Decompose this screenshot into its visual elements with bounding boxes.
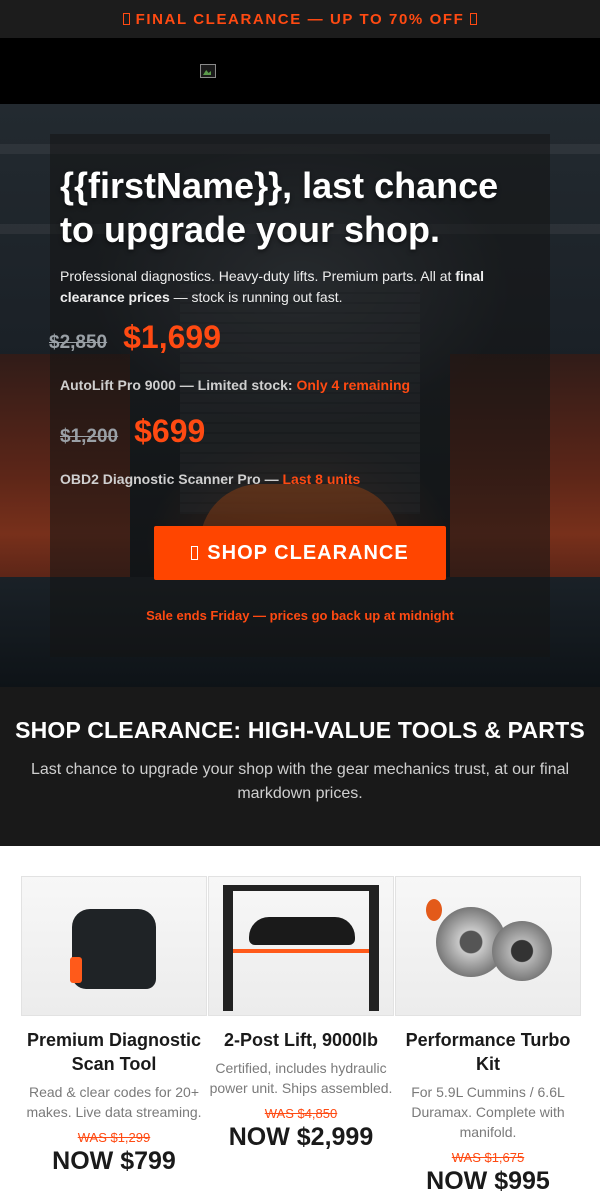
product-name[interactable]: 2-Post Lift, 9000lb: [208, 1028, 394, 1052]
deal-now-price: $1,699: [123, 319, 221, 355]
announcement-bar: FINAL CLEARANCE — UP TO 70% OFF: [0, 0, 600, 38]
product-grid: Premium Diagnostic Scan Tool Read & clea…: [0, 846, 600, 1200]
deal-was-price: $1,200: [60, 426, 119, 447]
lift-image[interactable]: [208, 876, 394, 1016]
lift-icon: [223, 885, 379, 891]
product-was-price: WAS $4,850: [264, 1106, 338, 1121]
product-name[interactable]: Premium Diagnostic Scan Tool: [21, 1028, 207, 1076]
product-now-price: NOW $2,999: [228, 1123, 374, 1151]
announcement-text: FINAL CLEARANCE — UP TO 70% OFF: [135, 10, 465, 28]
product-description: Certified, includes hydraulic power unit…: [209, 1060, 393, 1096]
product-now-price: NOW $995: [426, 1167, 550, 1195]
deal-stock-note: AutoLift Pro 9000 — Limited stock: Only …: [60, 377, 411, 393]
tag-icon: [470, 13, 478, 25]
section-subtitle: Last chance to upgrade your shop with th…: [30, 761, 570, 802]
shop-clearance-button[interactable]: SHOP CLEARANCE: [154, 526, 446, 580]
turbo-kit-image[interactable]: [395, 876, 581, 1016]
product-card[interactable]: Performance Turbo Kit For 5.9L Cummins /…: [395, 876, 581, 1196]
deal-was-price: $2,850: [49, 332, 108, 353]
deal-stock-note: OBD2 Diagnostic Scanner Pro — Last 8 uni…: [60, 471, 361, 487]
product-card[interactable]: 2-Post Lift, 9000lb Certified, includes …: [208, 876, 394, 1152]
logo-image-icon[interactable]: [200, 64, 216, 78]
deal-now-price: $699: [134, 413, 206, 449]
product-now-price: NOW $799: [52, 1147, 176, 1175]
hero-headline: {{firstName}}, last chance to upgrade yo…: [60, 165, 499, 250]
hero: {{firstName}}, last chance to upgrade yo…: [0, 104, 600, 687]
cart-icon: [191, 546, 199, 560]
hero-intro: Professional diagnostics. Heavy-duty lif…: [60, 268, 485, 305]
product-card[interactable]: Premium Diagnostic Scan Tool Read & clea…: [21, 876, 207, 1176]
product-was-price: WAS $1,299: [77, 1130, 151, 1145]
deal-price-row: $1,200 $699: [60, 413, 205, 450]
hero-content: {{firstName}}, last chance to upgrade yo…: [60, 164, 540, 308]
scanner-icon: [70, 909, 156, 989]
tag-icon: [122, 13, 130, 25]
deal-price-row: $2,850 $1,699: [49, 319, 221, 356]
section-title: SHOP CLEARANCE: HIGH-VALUE TOOLS & PARTS: [15, 717, 585, 743]
logo-bar: [0, 38, 600, 104]
section-banner: SHOP CLEARANCE: HIGH-VALUE TOOLS & PARTS…: [0, 687, 600, 846]
sale-ends-note: Sale ends Friday — prices go back up at …: [146, 608, 454, 623]
product-description: For 5.9L Cummins / 6.6L Duramax. Complet…: [411, 1084, 565, 1140]
product-name[interactable]: Performance Turbo Kit: [395, 1028, 581, 1076]
product-description: Read & clear codes for 20+ makes. Live d…: [26, 1084, 202, 1120]
product-was-price: WAS $1,675: [451, 1150, 525, 1165]
scan-tool-image[interactable]: [21, 876, 207, 1016]
